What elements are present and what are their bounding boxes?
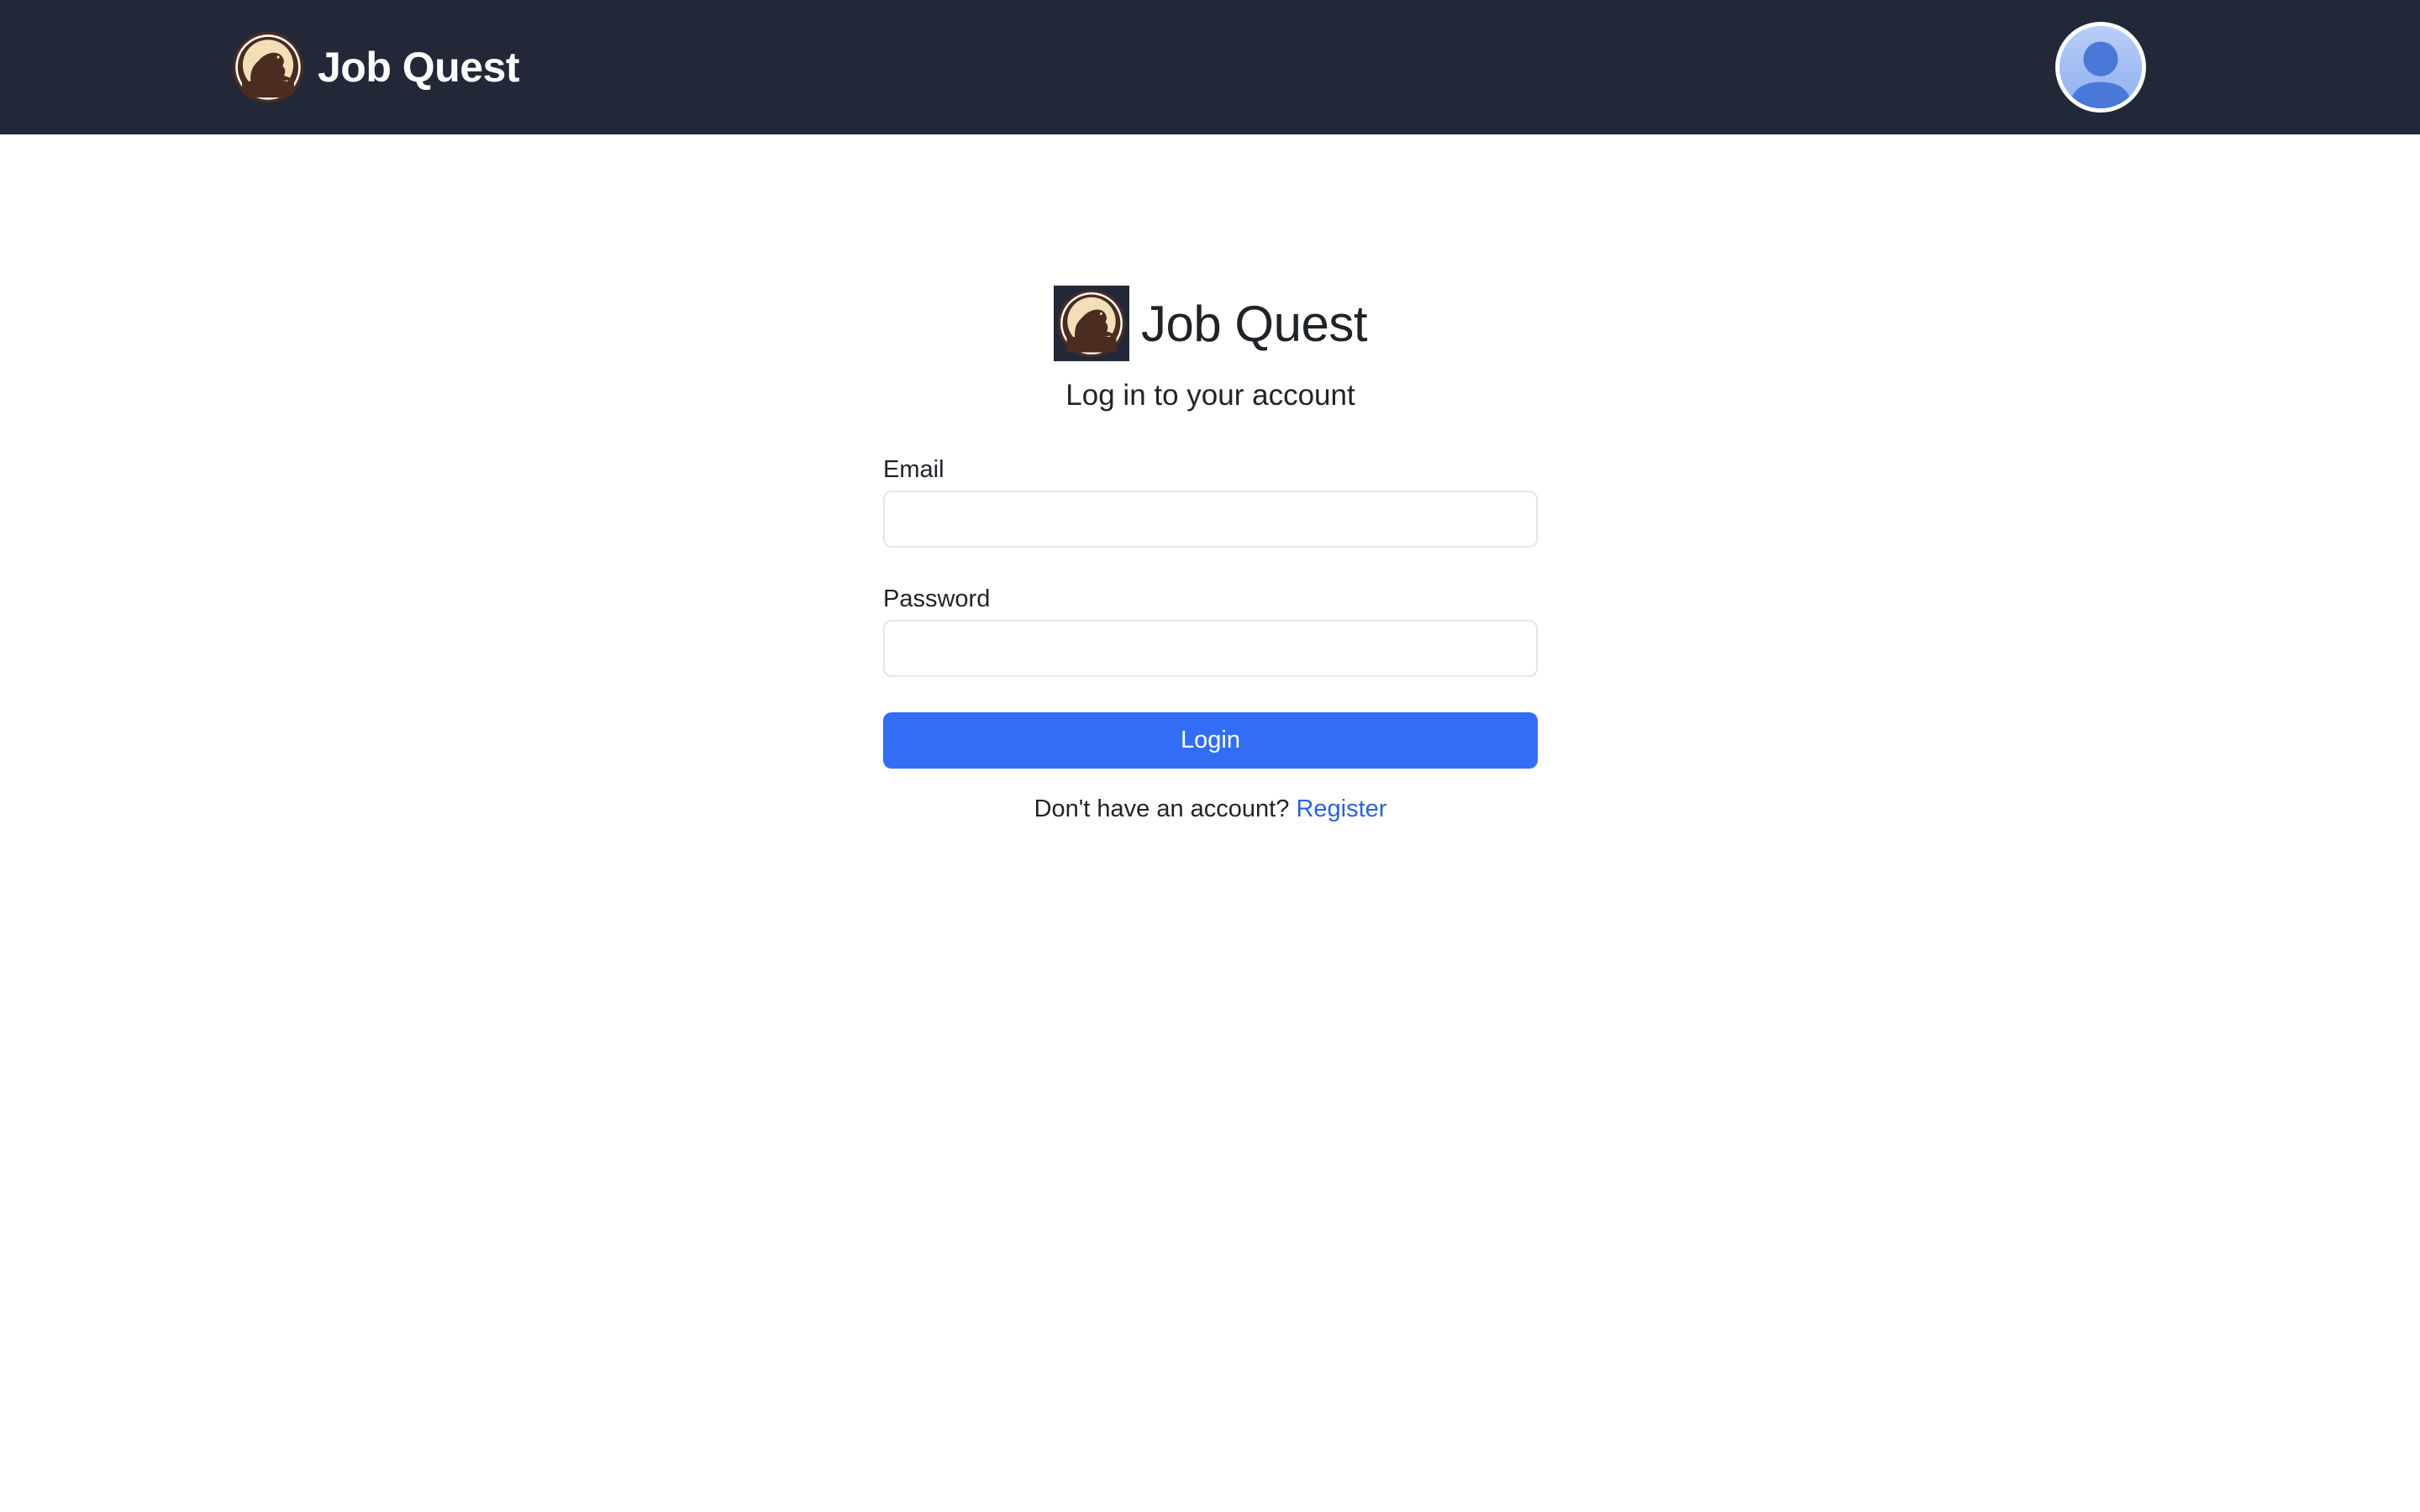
user-avatar-button[interactable] xyxy=(2055,22,2146,113)
password-field[interactable] xyxy=(883,620,1538,677)
login-brand-name: Job Quest xyxy=(1141,295,1368,352)
register-link[interactable]: Register xyxy=(1296,795,1386,822)
password-label: Password xyxy=(883,585,991,612)
top-navbar: Job Quest xyxy=(0,0,2420,134)
password-group: Password xyxy=(883,585,1538,677)
email-field[interactable] xyxy=(883,491,1538,548)
beaver-logo-icon xyxy=(1057,289,1126,358)
beaver-logo-icon xyxy=(232,31,304,103)
login-subtitle: Log in to your account xyxy=(1065,379,1355,412)
login-logo xyxy=(1054,286,1129,361)
email-group: Email xyxy=(883,455,1538,548)
login-brand: Job Quest xyxy=(883,286,1538,361)
navbar-brand-name: Job Quest xyxy=(318,44,519,91)
email-label: Email xyxy=(883,456,944,483)
user-avatar-icon xyxy=(2060,26,2142,108)
login-button[interactable]: Login xyxy=(883,712,1538,769)
login-form: Job Quest Log in to your account Email P… xyxy=(883,286,1538,824)
register-prompt: Don't have an account? xyxy=(1034,795,1290,822)
navbar-brand-link[interactable]: Job Quest xyxy=(232,30,519,104)
register-row: Don't have an account? Register xyxy=(883,794,1538,824)
